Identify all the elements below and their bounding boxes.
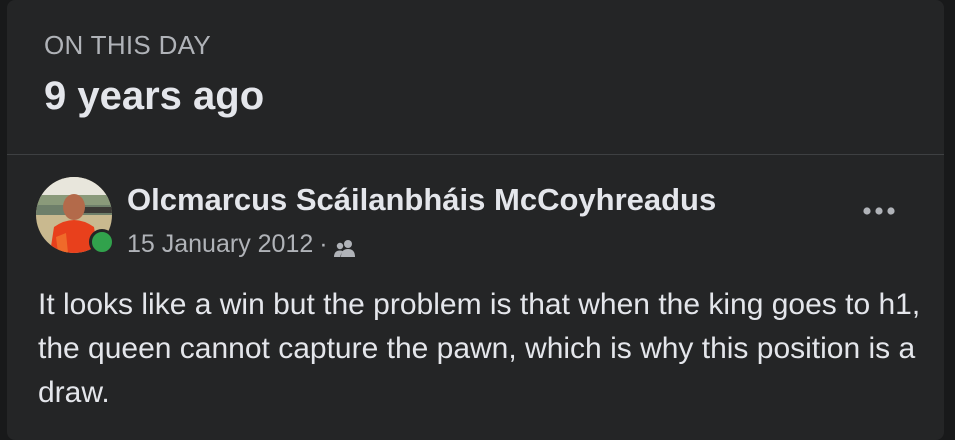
post-timestamp[interactable]: 15 January 2012 bbox=[127, 230, 313, 259]
post-text: It looks like a win but the problem is t… bbox=[38, 288, 921, 409]
online-status-indicator bbox=[89, 229, 115, 255]
meta-separator: · bbox=[319, 230, 328, 258]
more-options-icon bbox=[863, 207, 895, 215]
section-overline: ON THIS DAY bbox=[44, 30, 212, 60]
on-this-day-card: ON THIS DAY 9 years ago Olcmarcus Scáila… bbox=[7, 0, 944, 440]
more-options-button[interactable] bbox=[854, 191, 904, 231]
memory-header: ON THIS DAY 9 years ago bbox=[7, 0, 944, 155]
post-author-name[interactable]: Olcmarcus Scáilanbháis McCoyhreadus bbox=[127, 182, 716, 218]
memory-title[interactable]: 9 years ago bbox=[44, 74, 264, 119]
friends-icon[interactable] bbox=[333, 236, 357, 257]
post-meta: 15 January 2012 · bbox=[127, 230, 357, 259]
divider bbox=[7, 154, 944, 155]
